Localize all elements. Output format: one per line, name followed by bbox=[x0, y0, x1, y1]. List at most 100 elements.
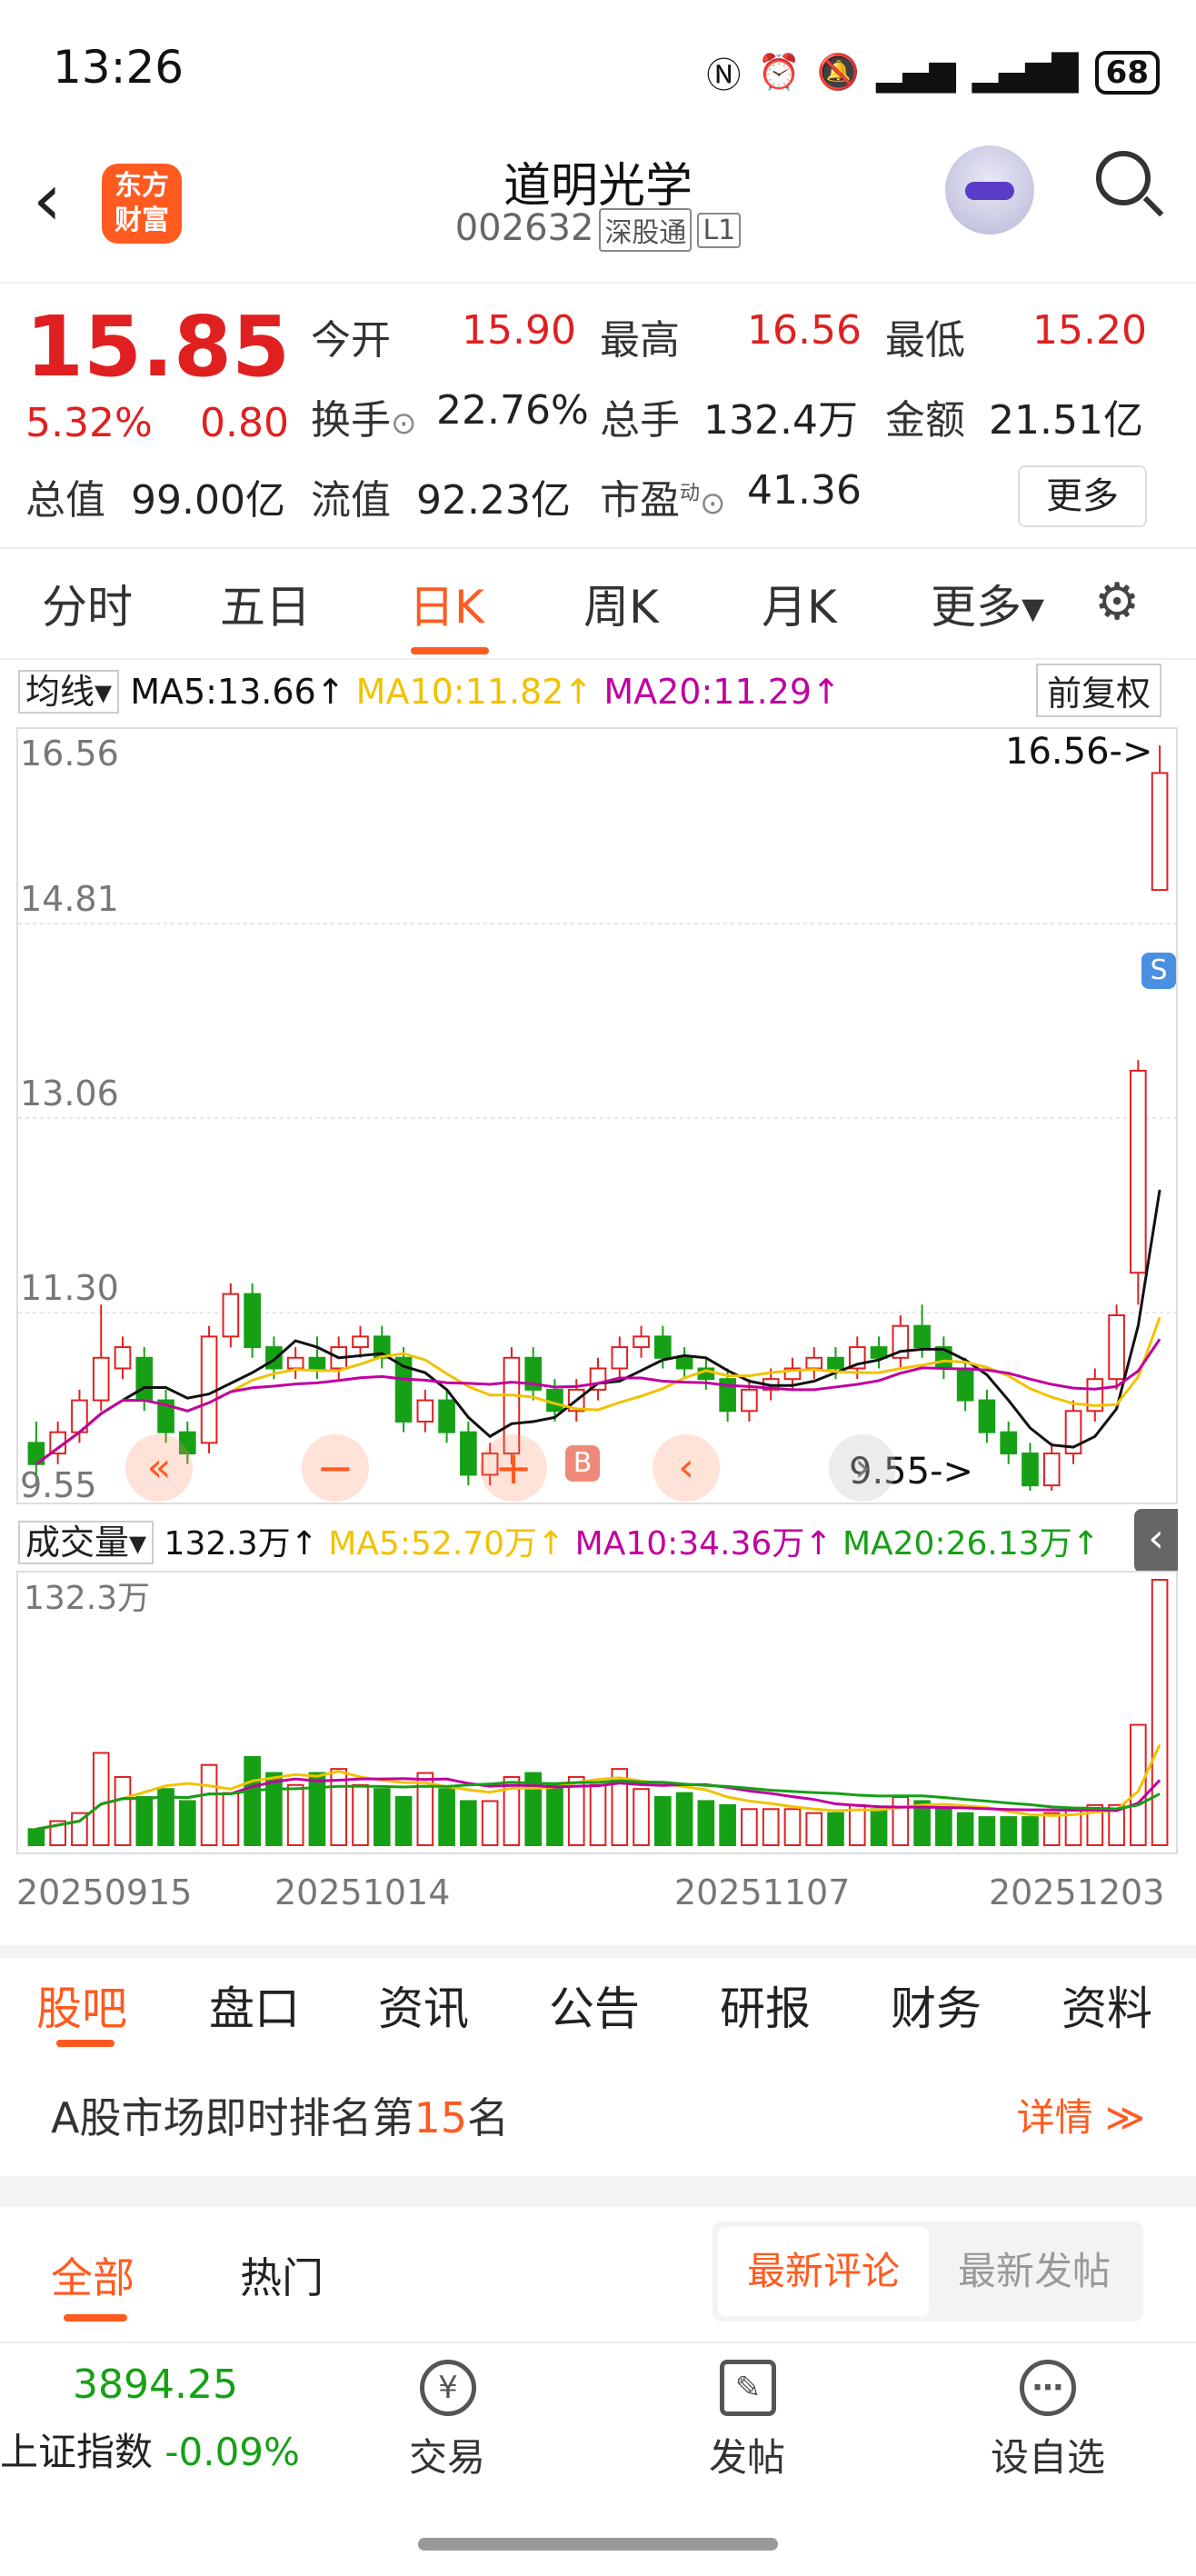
tab-profile[interactable]: 资料 bbox=[1061, 1972, 1152, 2038]
tab-more[interactable]: 更多▾ bbox=[931, 571, 1044, 636]
candle bbox=[416, 1399, 434, 1423]
candle bbox=[1042, 1453, 1061, 1487]
high-label: 最高 bbox=[600, 317, 680, 364]
collapse-panel-icon[interactable]: ‹ bbox=[1134, 1509, 1178, 1573]
filter-all[interactable]: 全部 bbox=[51, 2245, 135, 2305]
axis-label: 16.56 bbox=[20, 734, 119, 774]
tab-five-day[interactable]: 五日 bbox=[220, 571, 311, 636]
ma5-value: MA5:13.66↑ bbox=[130, 672, 345, 712]
low-value: 15.20 bbox=[1032, 307, 1147, 354]
info-icon[interactable]: ⊙ bbox=[700, 485, 726, 522]
candle bbox=[92, 1356, 110, 1402]
candle bbox=[222, 1293, 240, 1338]
candle bbox=[546, 1388, 563, 1413]
candle bbox=[308, 1356, 326, 1370]
watchlist-label[interactable]: 设自选 bbox=[991, 2427, 1105, 2482]
tab-finance[interactable]: 财务 bbox=[891, 1972, 982, 2038]
status-icons: Ⓝ ⏰ 🔕 ▂▄▆ ▂▄▆█ 68 bbox=[706, 47, 1160, 97]
assistant-avatar[interactable] bbox=[945, 145, 1034, 235]
detail-link[interactable]: 详情 ≫ bbox=[1017, 2087, 1145, 2142]
axis-label: 14.81 bbox=[20, 879, 119, 919]
adjust-button[interactable]: 前复权 bbox=[1036, 664, 1162, 717]
post-label[interactable]: 发帖 bbox=[709, 2427, 785, 2482]
float-label: 流值 bbox=[311, 477, 391, 524]
info-icon[interactable]: ⊙ bbox=[391, 405, 417, 442]
trade-label[interactable]: 交易 bbox=[409, 2427, 485, 2482]
tab-guba[interactable]: 股吧 bbox=[36, 1972, 127, 2038]
axis-label: 9.55 bbox=[20, 1465, 97, 1503]
volume-chart[interactable]: 132.3万 bbox=[16, 1571, 1178, 1854]
volume-bar bbox=[783, 1808, 802, 1846]
zoom-out-icon[interactable]: − bbox=[302, 1434, 369, 1502]
volume-bar bbox=[1042, 1812, 1061, 1846]
tab-daily-k[interactable]: 日K bbox=[409, 571, 484, 636]
volume-bar bbox=[892, 1796, 910, 1846]
candle bbox=[114, 1346, 132, 1370]
candle bbox=[805, 1356, 823, 1370]
pe-label: 市盈动⊙ bbox=[600, 477, 726, 524]
candle bbox=[1022, 1453, 1039, 1487]
volume-bar bbox=[1000, 1816, 1018, 1846]
volume-bar bbox=[222, 1792, 240, 1846]
volume-bar bbox=[135, 1796, 154, 1846]
candle bbox=[633, 1335, 650, 1349]
tab-pankou[interactable]: 盘口 bbox=[209, 1972, 300, 2038]
vol-ma10: MA10:34.36万↑ bbox=[574, 1525, 832, 1563]
index-name[interactable]: 上证指数 -0.09% bbox=[0, 2421, 300, 2477]
more-button[interactable]: 更多 bbox=[1018, 465, 1147, 527]
tab-intraday[interactable]: 分时 bbox=[42, 571, 133, 636]
search-icon[interactable] bbox=[1096, 151, 1151, 205]
volume-bar bbox=[178, 1800, 196, 1847]
volume-bar bbox=[394, 1796, 413, 1846]
pe-value: 41.36 bbox=[747, 467, 862, 514]
divider bbox=[0, 2176, 1196, 2207]
current-price: 15.85 bbox=[25, 298, 291, 395]
scroll-left-fast-icon[interactable]: « bbox=[125, 1434, 193, 1502]
tab-announcement[interactable]: 公告 bbox=[549, 1972, 640, 2038]
volume-bar bbox=[935, 1808, 952, 1846]
settings-gear-icon[interactable]: ⚙ bbox=[1094, 573, 1140, 632]
volume-bar bbox=[870, 1808, 888, 1846]
volume-bar bbox=[1022, 1816, 1039, 1846]
tab-weekly-k[interactable]: 周K bbox=[583, 571, 659, 636]
axis-label: 13.06 bbox=[20, 1073, 119, 1113]
alarm-icon: ⏰ bbox=[757, 52, 801, 92]
candle bbox=[654, 1335, 672, 1359]
tab-news[interactable]: 资讯 bbox=[378, 1972, 469, 2038]
amount-label: 金额 bbox=[885, 397, 965, 444]
battery-indicator: 68 bbox=[1094, 50, 1160, 95]
volume-bar bbox=[1151, 1579, 1169, 1846]
candle bbox=[200, 1335, 218, 1444]
volume-legend: 成交量▾ 132.3万↑ MA5:52.70万↑ MA10:34.36万↑ MA… bbox=[18, 1514, 1100, 1564]
scroll-left-icon[interactable]: ‹ bbox=[653, 1434, 720, 1502]
zoom-in-icon[interactable]: + bbox=[480, 1434, 547, 1502]
tab-research[interactable]: 研报 bbox=[720, 1972, 811, 2038]
volume-bar bbox=[244, 1755, 261, 1846]
ma10-value: MA10:11.82↑ bbox=[355, 672, 593, 712]
tab-monthly-k[interactable]: 月K bbox=[762, 571, 837, 636]
volume-bar bbox=[308, 1772, 326, 1846]
watchlist-icon[interactable]: ⋯ bbox=[1020, 2360, 1076, 2416]
volume-bar bbox=[741, 1808, 758, 1846]
home-indicator[interactable] bbox=[418, 2538, 778, 2551]
buy-marker-icon[interactable]: B bbox=[565, 1445, 600, 1482]
sell-marker-icon[interactable]: S bbox=[1141, 953, 1176, 989]
vol-max-label: 132.3万 bbox=[24, 1580, 150, 1617]
sort-latest-post[interactable]: 最新发帖 bbox=[929, 2227, 1140, 2316]
filter-hot[interactable]: 热门 bbox=[240, 2245, 324, 2305]
date-label: 20251203 bbox=[989, 1872, 1165, 1912]
sort-latest-comment[interactable]: 最新评论 bbox=[718, 2227, 929, 2316]
kline-chart[interactable]: 16.56 14.81 13.06 11.30 9.55 16.56-> 9.5… bbox=[16, 727, 1178, 1505]
candle bbox=[675, 1356, 693, 1370]
volume-bar bbox=[373, 1788, 391, 1847]
open-value: 15.90 bbox=[462, 307, 576, 354]
trade-icon[interactable]: ¥ bbox=[420, 2360, 476, 2416]
date-label: 20251107 bbox=[674, 1872, 851, 1912]
indicator-select[interactable]: 均线▾ bbox=[18, 670, 120, 714]
candle bbox=[978, 1399, 996, 1433]
index-value[interactable]: 3894.25 bbox=[73, 2361, 238, 2408]
candle bbox=[1000, 1431, 1018, 1455]
scroll-right-icon[interactable]: › bbox=[829, 1434, 896, 1502]
post-edit-icon[interactable]: ✎ bbox=[720, 2360, 776, 2416]
volume-indicator-select[interactable]: 成交量▾ bbox=[18, 1521, 154, 1564]
